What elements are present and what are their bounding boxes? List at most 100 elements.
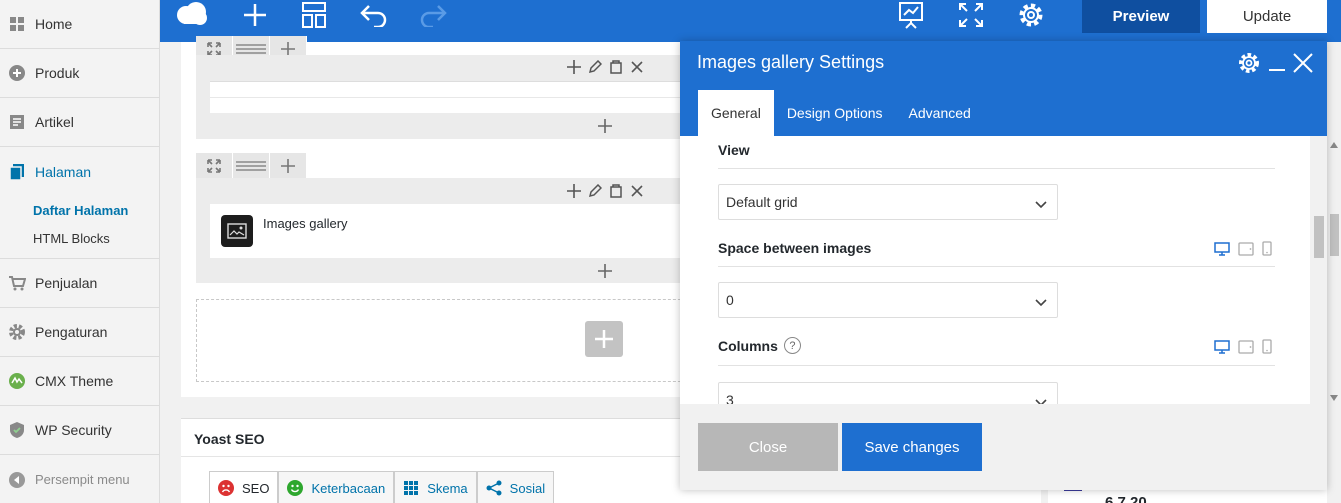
sidebar-item-label: Produk (35, 65, 80, 81)
mobile-icon[interactable] (1262, 339, 1272, 354)
close-icon[interactable] (1291, 51, 1315, 75)
add-element-icon[interactable] (597, 263, 613, 279)
minimize-icon[interactable] (1265, 51, 1289, 75)
logo-cloud-icon[interactable] (174, 0, 210, 30)
sidebar-item-wp-security[interactable]: WP Security (0, 406, 159, 455)
sidebar-item-home[interactable]: Home (0, 0, 159, 49)
modal-tabs: General Design Options Advanced (698, 90, 984, 136)
yoast-tab-seo[interactable]: SEO (209, 471, 279, 503)
delete-x-icon[interactable] (629, 183, 644, 198)
add-row-button[interactable] (585, 321, 623, 357)
editor-toolbar: Preview Update (160, 0, 1341, 42)
tab-design-options[interactable]: Design Options (774, 90, 896, 136)
sidebar-item-halaman[interactable]: Halaman (0, 147, 159, 196)
add-element-icon[interactable] (238, 0, 272, 30)
edit-pencil-icon[interactable] (587, 59, 602, 74)
sidebar-item-artikel[interactable]: Artikel (0, 98, 159, 147)
sidebar-item-penjualan[interactable]: Penjualan (0, 259, 159, 308)
sidebar-item-produk[interactable]: Produk (0, 49, 159, 98)
row-container: Images gallery (196, 178, 696, 283)
modal-scrollbar[interactable] (1310, 136, 1327, 404)
collapse-menu-label: Persempit menu (35, 472, 130, 487)
save-changes-button[interactable]: Save changes (842, 423, 982, 471)
close-button[interactable]: Close (698, 423, 838, 471)
add-icon[interactable] (566, 183, 581, 198)
tablet-icon[interactable] (1238, 339, 1254, 354)
redo-icon[interactable] (416, 0, 450, 30)
smiley-face-icon (287, 480, 304, 496)
presentation-icon[interactable] (894, 0, 928, 30)
row-controls (196, 153, 307, 178)
desktop-icon[interactable] (1214, 339, 1230, 354)
edit-pencil-icon[interactable] (587, 183, 602, 198)
add-element-icon[interactable] (597, 118, 613, 134)
tablet-icon[interactable] (1238, 241, 1254, 256)
space-select[interactable]: 0 (718, 282, 1058, 318)
version-number: 6.7.20 (1105, 494, 1147, 503)
sidebar-item-label: Home (35, 16, 73, 32)
view-select[interactable]: Default grid (718, 184, 1058, 220)
sidebar-item-label: Artikel (35, 114, 74, 130)
clone-icon[interactable] (608, 59, 623, 74)
yoast-tab-sosial[interactable]: Sosial (476, 471, 555, 503)
divider (718, 266, 1275, 267)
update-button[interactable]: Update (1207, 0, 1327, 33)
settings-gear-icon[interactable] (1014, 0, 1048, 30)
sidebar-item-label: Halaman (35, 163, 92, 180)
add-icon[interactable] (566, 59, 581, 74)
mobile-icon[interactable] (1262, 241, 1272, 256)
preview-button[interactable]: Preview (1082, 0, 1200, 33)
sidebar-item-label: WP Security (35, 422, 112, 438)
image-gallery-icon (221, 215, 253, 247)
device-toggles (1214, 241, 1272, 256)
delete-x-icon[interactable] (629, 59, 644, 74)
help-icon[interactable]: ? (783, 337, 801, 354)
page-scrollbar-thumb[interactable] (1330, 214, 1339, 256)
theme-icon (8, 372, 26, 390)
clone-icon[interactable] (608, 183, 623, 198)
yoast-tab-keterbacaan[interactable]: Keterbacaan (278, 471, 395, 503)
row-move-icon[interactable] (196, 153, 233, 178)
yoast-tab-label: SEO (242, 480, 270, 496)
columns-select[interactable]: 3 (718, 382, 1058, 404)
post-icon (8, 113, 26, 131)
templates-icon[interactable] (297, 0, 331, 30)
yoast-tab-label: Keterbacaan (311, 480, 386, 496)
sad-face-icon (218, 480, 234, 496)
undo-icon[interactable] (357, 0, 391, 30)
cart-icon (8, 274, 27, 292)
plus-circle-icon (8, 64, 26, 82)
chevron-down-icon (1035, 294, 1047, 310)
view-select-value: Default grid (726, 194, 798, 210)
gear-icon (8, 323, 26, 341)
modal-body: View Default grid Space between images 0… (680, 136, 1310, 404)
column-tools (566, 59, 644, 74)
sidebar-item-cmx-theme[interactable]: CMX Theme (0, 357, 159, 406)
chevron-down-icon (1035, 394, 1047, 404)
collapse-menu-button[interactable]: Persempit menu (0, 455, 159, 503)
collapse-arrow-icon (8, 471, 26, 489)
page-scrollbar[interactable] (1327, 42, 1341, 503)
images-gallery-element[interactable]: Images gallery (210, 204, 696, 258)
modal-settings-icon[interactable] (1237, 51, 1261, 75)
fullscreen-icon[interactable] (954, 0, 988, 30)
empty-element-placeholder[interactable] (210, 81, 696, 113)
share-icon (486, 480, 502, 496)
sidebar-item-pengaturan[interactable]: Pengaturan (0, 308, 159, 357)
columns-label-row: Columns ? (718, 337, 801, 354)
tab-general[interactable]: General (698, 90, 774, 136)
row-add-icon[interactable] (270, 153, 307, 178)
submenu-daftar-halaman[interactable]: Daftar Halaman (0, 196, 159, 224)
modal-footer: Close Save changes (680, 404, 1327, 490)
row-layout-icon[interactable] (233, 153, 270, 178)
desktop-icon[interactable] (1214, 241, 1230, 256)
yoast-tabs: SEO Keterbacaan Skema Sosial (209, 471, 555, 503)
submenu-html-blocks[interactable]: HTML Blocks (0, 224, 159, 252)
tab-advanced[interactable]: Advanced (896, 90, 984, 136)
yoast-tab-skema[interactable]: Skema (394, 471, 477, 503)
grid-icon (403, 480, 419, 496)
yoast-title: Yoast SEO (194, 431, 265, 447)
divider (718, 168, 1275, 169)
modal-scrollbar-thumb[interactable] (1314, 216, 1324, 258)
admin-sidebar: Home Produk Artikel Halaman Daftar Halam… (0, 0, 160, 503)
